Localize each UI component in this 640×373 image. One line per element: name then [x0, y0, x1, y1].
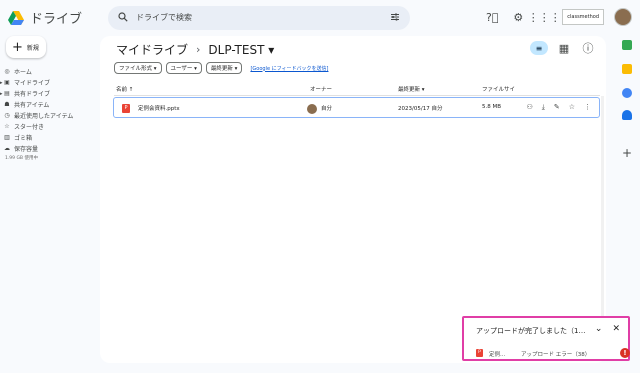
drive-logo[interactable]: ドライブ [8, 8, 82, 27]
share-icon[interactable]: ⚇ [526, 103, 532, 112]
star-icon: ☆ [4, 123, 10, 130]
row-actions: ⚇ ⤓ ✎ ☆ ⋮ [526, 103, 591, 112]
plus-icon: + [12, 39, 23, 55]
feedback-link[interactable]: [Google にフィードバックを送信] [250, 65, 328, 72]
upload-toast: アップロードが完了しました（1… ⌄ ✕ P 定例... アップロード エラー（… [462, 316, 630, 361]
upload-status: アップロード エラー（38） [521, 352, 591, 358]
side-panel: + [612, 36, 640, 236]
close-icon[interactable]: ✕ [612, 324, 620, 334]
tune-icon[interactable] [390, 12, 400, 22]
file-owner: 自分 [321, 106, 333, 112]
sidebar-item-shared-drives[interactable]: ▸ ▤ 共有ドライブ [0, 88, 100, 99]
filter-chips: ファイル形式 ▾ ユーザー ▾ 最終更新 ▾ [Google にフィードバックを… [114, 62, 328, 74]
more-icon[interactable]: ⋮ [584, 103, 591, 112]
upload-item[interactable]: P 定例... アップロード エラー（38） ! [476, 348, 630, 358]
calendar-app-icon[interactable] [622, 40, 632, 50]
breadcrumb: マイドライブ › DLP-TEST ▾ [116, 41, 274, 58]
sidebar-item-label: 保存容量 [14, 146, 39, 153]
sidebar-item-shared-with-me[interactable]: ☗ 共有アイテム [0, 99, 100, 110]
upload-file-name: 定例... [489, 352, 506, 358]
chip-modified[interactable]: 最終更新 ▾ [205, 62, 243, 74]
table-header: 名前 ↑ オーナー 最終更新 ▾ ファイルサイ [116, 84, 598, 94]
header-size[interactable]: ファイルサイ [482, 85, 515, 93]
download-icon[interactable]: ⤓ [542, 103, 545, 112]
pptx-file-icon: P [122, 104, 130, 113]
header-divider [114, 95, 600, 96]
toast-title: アップロードが完了しました（1… [476, 327, 586, 335]
drive-logo-icon [8, 10, 24, 25]
top-right-controls: ?⃝ ⚙ ⋮⋮⋮ classmethod [484, 8, 632, 26]
chip-file-type[interactable]: ファイル形式 ▾ [114, 62, 162, 74]
sidebar-item-label: 最近使用したアイテム [14, 113, 74, 120]
search-icon [118, 12, 128, 22]
sidebar-item-label: ゴミ箱 [14, 135, 33, 142]
settings-icon[interactable]: ⚙ [510, 9, 526, 25]
error-icon[interactable]: ! [620, 348, 630, 358]
contacts-app-icon[interactable] [622, 110, 632, 120]
grid-view-icon[interactable]: ▦ [556, 40, 572, 56]
file-size: 5.8 MB [482, 104, 502, 110]
tasks-app-icon[interactable] [622, 88, 632, 98]
search-bar[interactable]: ドライブで検索 [108, 6, 410, 30]
add-addon-icon[interactable]: + [622, 146, 632, 160]
toast-actions: ⌄ ✕ [595, 324, 620, 334]
drive-icon: ▣ [4, 79, 10, 86]
pptx-file-icon: P [476, 349, 483, 357]
sidebar-item-label: 共有アイテム [14, 102, 50, 109]
file-modified: 2023/05/17 自分 [398, 106, 443, 112]
sidebar-item-label: スター付き [14, 124, 45, 131]
cloud-icon: ☁ [4, 145, 10, 152]
sidebar-item-recent[interactable]: ◷ 最近使用したアイテム [0, 110, 100, 121]
search-input[interactable]: ドライブで検索 [136, 12, 192, 23]
sidebar-item-trash[interactable]: ▥ ゴミ箱 [0, 132, 100, 143]
sidebar-item-label: マイドライブ [14, 80, 51, 87]
header-owner[interactable]: オーナー [310, 85, 332, 93]
chip-people[interactable]: ユーザー ▾ [165, 62, 202, 74]
check-circle-icon: ◎ [4, 68, 10, 75]
table-row[interactable]: P 定例会資料.pptx 自分 2023/05/17 自分 5.8 MB ⚇ ⤓… [113, 97, 600, 118]
top-bar: ドライブ ドライブで検索 ?⃝ ⚙ ⋮⋮⋮ classmethod [0, 0, 640, 36]
org-badge[interactable]: classmethod [562, 9, 604, 25]
sidebar-item-my-drive[interactable]: ▸ ▣ マイドライブ [0, 77, 100, 88]
rename-icon[interactable]: ✎ [554, 103, 560, 112]
account-avatar[interactable] [614, 8, 632, 26]
apps-grid-icon[interactable]: ⋮⋮⋮ [528, 9, 561, 25]
filter-list-icon[interactable]: ≡ [530, 41, 548, 55]
storage-usage: 1.99 GB 使用中 [5, 156, 38, 161]
sidebar-item-label: ホーム [14, 69, 32, 76]
collapse-icon[interactable]: ⌄ [595, 324, 603, 334]
sidebar-item-starred[interactable]: ☆ スター付き [0, 121, 100, 132]
owner-avatar [307, 104, 317, 114]
breadcrumb-current[interactable]: DLP-TEST ▾ [208, 43, 274, 57]
keep-app-icon[interactable] [622, 64, 632, 74]
star-icon[interactable]: ☆ [569, 103, 575, 112]
main-panel: マイドライブ › DLP-TEST ▾ ≡ ▦ ⓘ ファイル形式 ▾ ユーザー … [100, 36, 606, 363]
view-controls: ≡ ▦ ⓘ [530, 40, 596, 56]
new-button-label: 新規 [26, 44, 39, 52]
app-name: ドライブ [30, 12, 83, 27]
new-button[interactable]: + 新規 [6, 36, 46, 58]
clock-icon: ◷ [4, 112, 10, 119]
breadcrumb-root[interactable]: マイドライブ [116, 41, 188, 58]
breadcrumb-separator: › [196, 43, 201, 56]
sidebar-nav: ◎ ホーム ▸ ▣ マイドライブ ▸ ▤ 共有ドライブ ☗ 共有アイテム ◷ 最… [0, 66, 100, 161]
header-modified[interactable]: 最終更新 ▾ [398, 85, 425, 93]
file-name[interactable]: 定例会資料.pptx [138, 104, 180, 112]
sidebar-item-label: 共有ドライブ [14, 91, 51, 98]
sidebar-item-storage[interactable]: ☁ 保存容量 [0, 143, 100, 154]
info-icon[interactable]: ⓘ [580, 40, 596, 56]
header-name[interactable]: 名前 ↑ [116, 85, 133, 93]
people-icon: ☗ [4, 101, 10, 108]
help-icon[interactable]: ?⃝ [484, 9, 500, 25]
shared-drive-icon: ▤ [4, 90, 10, 97]
trash-icon: ▥ [4, 134, 10, 141]
sidebar-item-home[interactable]: ◎ ホーム [0, 66, 100, 77]
